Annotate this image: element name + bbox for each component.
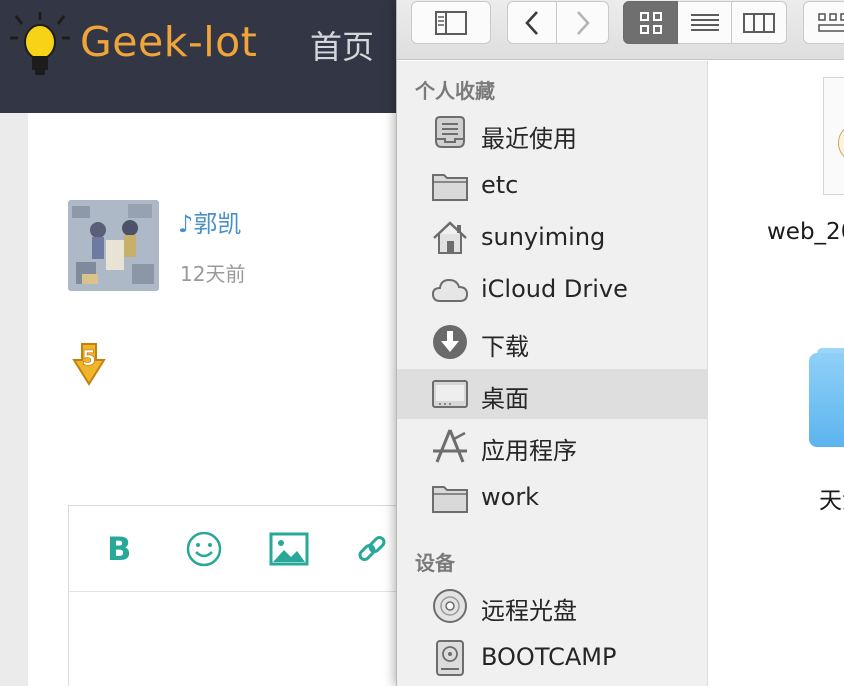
cover-flow-view-button[interactable] xyxy=(803,1,844,44)
sidebar-item-downloads[interactable]: 下载 xyxy=(397,317,707,367)
sidebar-icon xyxy=(435,10,467,35)
columns-icon xyxy=(743,12,775,33)
sidebar-toggle-button[interactable] xyxy=(411,1,491,44)
sidebar-item-icloud-drive[interactable]: iCloud Drive xyxy=(397,265,707,315)
level-5-badge-icon: 5 xyxy=(72,343,106,386)
sidebar-item-etc[interactable]: etc xyxy=(397,161,707,211)
desktop-icon xyxy=(432,380,468,408)
bold-button[interactable]: B xyxy=(107,530,131,568)
link-icon[interactable] xyxy=(355,532,389,566)
applications-icon xyxy=(433,429,467,463)
recents-icon xyxy=(435,116,465,148)
author-avatar[interactable] xyxy=(68,200,159,291)
chevron-left-icon xyxy=(525,10,538,35)
document-icon[interactable] xyxy=(823,77,844,195)
cloud-icon xyxy=(431,278,469,302)
download-icon xyxy=(433,325,467,359)
folder-icon xyxy=(432,486,468,513)
sidebar-item-label: 远程光盘 xyxy=(481,597,577,625)
sidebar-item-label: sunyiming xyxy=(481,223,606,251)
section-header-devices: 设备 xyxy=(415,551,455,575)
sidebar-item-home[interactable]: sunyiming xyxy=(397,213,707,263)
sidebar-item-label: 桌面 xyxy=(481,385,529,413)
file-name[interactable]: web_20 xyxy=(767,219,844,245)
folder-icon xyxy=(432,174,468,201)
folder-icon[interactable] xyxy=(809,353,844,447)
sidebar-item-remote-disc[interactable]: 远程光盘 xyxy=(397,581,707,631)
list-icon xyxy=(690,13,719,31)
emoji-icon[interactable] xyxy=(185,530,223,568)
avatar-illustration xyxy=(68,200,159,291)
site-header: Geek-lot 首页 xyxy=(0,0,400,113)
finder-file-area: web_20 天涯 xyxy=(709,61,844,686)
comment-editor[interactable]: B xyxy=(68,505,408,686)
editor-toolbar: B xyxy=(69,506,407,592)
page-gutter xyxy=(0,113,28,686)
sidebar-item-label: BOOTCAMP xyxy=(481,643,617,671)
lightbulb-logo-icon xyxy=(10,12,70,75)
sidebar-item-label: 下载 xyxy=(481,333,529,361)
sidebar-item-recents[interactable]: 最近使用 xyxy=(397,109,707,159)
disc-icon xyxy=(433,589,467,623)
file-name[interactable]: 天涯 xyxy=(819,481,844,515)
column-view-button[interactable] xyxy=(732,1,787,44)
back-button[interactable] xyxy=(507,1,557,44)
home-icon xyxy=(433,221,467,254)
author-name[interactable]: ♪郭凯 xyxy=(178,204,241,239)
sidebar-item-desktop[interactable]: 桌面 xyxy=(397,369,707,419)
level-badge-number: 5 xyxy=(82,346,96,370)
drive-icon xyxy=(436,640,464,676)
sidebar-item-applications[interactable]: 应用程序 xyxy=(397,421,707,471)
image-icon[interactable] xyxy=(269,532,309,566)
sidebar-item-work[interactable]: work xyxy=(397,473,707,523)
finder-sidebar: 个人收藏 最近使用 etc sunyiming iCloud Drive 下载 … xyxy=(397,61,708,686)
finder-toolbar xyxy=(397,0,844,60)
sidebar-item-label: work xyxy=(481,483,540,511)
chevron-right-icon xyxy=(576,10,590,35)
nav-home-link[interactable]: 首页 xyxy=(310,22,374,68)
list-view-button[interactable] xyxy=(678,1,732,44)
document-badge-icon xyxy=(838,126,844,160)
sidebar-item-label: etc xyxy=(481,171,519,199)
sidebar-item-label: 应用程序 xyxy=(481,437,577,465)
sidebar-item-bootcamp[interactable]: BOOTCAMP xyxy=(397,633,707,683)
finder-window: 个人收藏 最近使用 etc sunyiming iCloud Drive 下载 … xyxy=(396,0,844,686)
site-logo-text[interactable]: Geek-lot xyxy=(80,18,257,66)
forward-button[interactable] xyxy=(557,1,609,44)
icon-view-button[interactable] xyxy=(623,1,678,44)
sidebar-item-label: iCloud Drive xyxy=(481,275,628,303)
grid-icon xyxy=(639,11,662,34)
cover-flow-icon xyxy=(818,12,844,32)
sidebar-item-label: 最近使用 xyxy=(481,125,577,153)
post-timestamp: 12天前 xyxy=(180,262,246,286)
section-header-favorites: 个人收藏 xyxy=(415,79,495,103)
